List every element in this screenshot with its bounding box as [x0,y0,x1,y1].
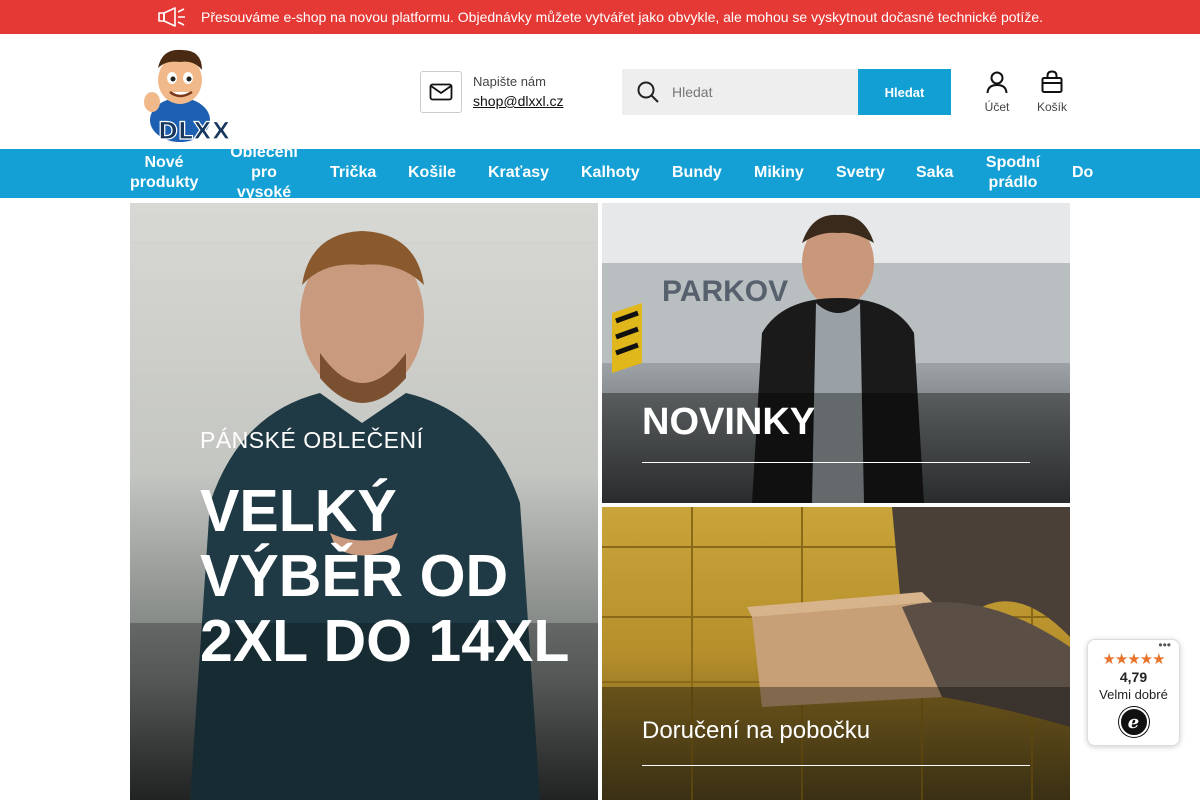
nav-item-jackets[interactable]: Bundy [672,163,722,183]
rating-widget[interactable]: ••• ★★★★★ 4,79 Velmi dobré e [1087,639,1180,746]
svg-text:DLXXL: DLXXL [158,117,232,144]
search-button[interactable]: Hledat [858,69,951,115]
nav-item-hoodies[interactable]: Mikiny [754,163,804,183]
cart-label: Košík [1036,100,1067,114]
announcement-text: Přesouváme e-shop na novou platformu. Ob… [200,9,1043,25]
banner-new-image: PARKOV [602,203,1070,503]
site-header: DLXXL Napište nám shop@dlxxl.cz Hledat [0,34,1200,149]
mail-icon[interactable] [420,71,462,113]
nav-item-tall-clothing[interactable]: Oblečení pro vysoké [226,149,302,198]
banner-main[interactable]: PÁNSKÉ OBLEČENÍ VELKÝ VÝBĚR OD 2XL DO 14… [130,203,598,800]
svg-text:PARKOV: PARKOV [662,275,788,308]
banner-new-divider [642,462,1030,463]
search-input[interactable] [672,84,842,100]
rating-stars: ★★★★★ [1102,651,1165,668]
nav-item-more[interactable]: Do [1072,163,1093,183]
nav-item-shirts[interactable]: Košile [408,163,456,183]
contact-label: Napište nám [473,74,546,89]
contact-email-link[interactable]: shop@dlxxl.cz [473,91,563,111]
account-button[interactable]: Účet [972,70,1022,114]
banner-main-title: VELKÝ VÝBĚR OD 2XL DO 14XL [200,478,570,674]
trusted-badge-icon: e [1118,707,1149,737]
rating-verdict: Velmi dobré [1099,687,1168,702]
account-label: Účet [984,100,1010,114]
main-nav: Nové produkty Oblečení pro vysoké Trička… [0,149,1200,198]
banner-delivery-title: Doručení na pobočku [642,717,871,744]
more-options-icon[interactable]: ••• [1158,639,1171,651]
nav-item-tshirts[interactable]: Trička [330,163,376,183]
nav-item-sweaters[interactable]: Svetry [836,163,885,183]
nav-item-new-products[interactable]: Nové produkty [130,153,198,193]
contact-block: Napište nám shop@dlxxl.cz [420,71,563,113]
cart-button[interactable]: Košík [1027,70,1077,114]
user-icon [986,71,1008,94]
shopping-bag-icon [1041,70,1063,93]
banner-delivery[interactable]: Doručení na pobočku [602,507,1070,800]
banner-main-subtitle: PÁNSKÉ OBLEČENÍ [200,427,424,453]
logo[interactable]: DLXXL [136,42,232,144]
nav-item-underwear[interactable]: Spodní prádlo [982,153,1044,193]
banner-new-arrivals[interactable]: PARKOV NOVINKY [602,203,1070,503]
nav-item-shorts[interactable]: Kraťasy [488,163,549,183]
search-bar: Hledat [622,69,951,115]
search-icon [637,81,659,103]
announcement-bar: Přesouváme e-shop na novou platformu. Ob… [0,0,1200,34]
rating-score: 4,79 [1119,669,1148,685]
banner-new-title: NOVINKY [642,401,816,443]
megaphone-icon [157,7,187,27]
banner-delivery-divider [642,765,1030,766]
search-field[interactable] [622,69,858,115]
nav-item-trousers[interactable]: Kalhoty [581,163,640,183]
nav-item-blazers[interactable]: Saka [916,163,953,183]
banner-delivery-image [602,507,1070,800]
